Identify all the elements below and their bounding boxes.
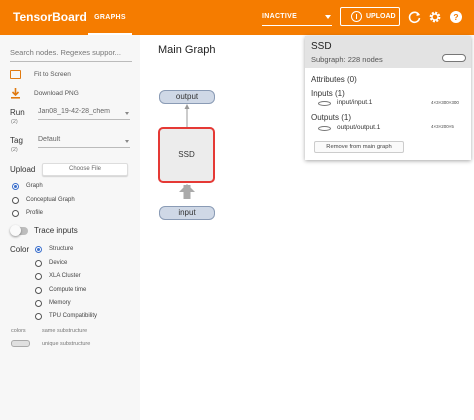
toggle-knob	[10, 225, 21, 236]
tag-select-value: Default	[38, 136, 61, 143]
run-select-value: Jan08_19-42-28_chem	[38, 108, 110, 115]
graph-type-radio-graph[interactable]	[12, 183, 19, 190]
chevron-down-icon	[125, 140, 129, 143]
color-radio-memory[interactable]	[35, 300, 42, 307]
color-option-label: Device	[49, 260, 68, 266]
graph-title: Main Graph	[158, 44, 216, 56]
input-node-icon	[318, 101, 331, 106]
color-option-label: Compute time	[49, 287, 87, 293]
tab-graphs-label: GRAPHS	[94, 14, 126, 21]
download-png-button[interactable]: Download PNG	[34, 90, 79, 97]
chevron-down-icon	[325, 15, 331, 19]
legend-unique-substructure-label: unique substructure	[42, 341, 91, 347]
inputs-heading: Inputs (1)	[311, 89, 345, 98]
tab-graphs[interactable]: GRAPHS	[84, 0, 136, 35]
tag-select[interactable]: Default	[38, 136, 130, 148]
remove-from-main-graph-button[interactable]: Remove from main graph	[314, 141, 404, 153]
color-radio-structure[interactable]	[35, 246, 42, 253]
fit-to-screen-icon[interactable]	[10, 70, 21, 79]
search-input[interactable]: Search nodes. Regexes suppor...	[10, 48, 132, 62]
node-info-subtitle: Subgraph: 228 nodes	[311, 55, 383, 64]
top-app-bar: TensorBoard GRAPHS INACTIVE UPLOAD ?	[0, 0, 474, 35]
color-radio-device[interactable]	[35, 260, 42, 267]
gear-icon[interactable]	[428, 10, 442, 24]
upload-button[interactable]: UPLOAD	[340, 7, 400, 26]
help-icon[interactable]: ?	[449, 10, 463, 24]
run-status-value: INACTIVE	[262, 13, 298, 20]
color-label: Color	[10, 245, 30, 254]
run-select[interactable]: Jan08_19-42-28_chem	[38, 108, 130, 120]
output-node-link[interactable]: output/output.1	[337, 124, 380, 131]
outputs-heading: Outputs (1)	[311, 113, 352, 122]
color-option-label: XLA Cluster	[49, 273, 81, 279]
color-radio-tpu-compatibility[interactable]	[35, 313, 42, 320]
node-info-title: SSD	[311, 41, 332, 52]
graph-node-ssd[interactable]: SSD	[158, 127, 215, 183]
graph-type-label: Profile	[26, 210, 44, 216]
svg-text:?: ?	[453, 12, 458, 22]
tag-label: Tag	[10, 136, 23, 145]
choose-file-button[interactable]: Choose File	[42, 163, 128, 176]
graph-controls-panel: Search nodes. Regexes suppor... Fit to S…	[0, 35, 140, 420]
output-node-icon	[318, 126, 331, 131]
graph-type-label: Conceptual Graph	[26, 197, 75, 203]
graph-type-radio-conceptual[interactable]	[12, 197, 19, 204]
graph-node-input[interactable]: input	[159, 206, 215, 220]
attributes-heading: Attributes (0)	[311, 75, 357, 84]
input-shape: 4×3×300×300	[431, 100, 459, 105]
output-shape: 4×3×200×5	[431, 124, 454, 129]
graph-type-radio-profile[interactable]	[12, 210, 19, 217]
download-icon[interactable]	[10, 88, 21, 99]
color-radio-xla-cluster[interactable]	[35, 273, 42, 280]
legend-swatch	[11, 340, 30, 347]
upload-icon	[351, 11, 362, 22]
trace-inputs-toggle[interactable]	[10, 225, 28, 236]
app-title: TensorBoard	[13, 10, 87, 24]
refresh-icon[interactable]	[408, 10, 422, 24]
chevron-down-icon	[125, 112, 129, 115]
legend-colors-label: colors	[11, 328, 26, 334]
expand-toggle-icon[interactable]	[442, 54, 466, 62]
run-label: Run	[10, 108, 25, 117]
run-count: (2)	[11, 119, 18, 125]
arrow-head-icon	[179, 184, 195, 192]
upload-label: Upload	[10, 165, 36, 174]
color-option-label: TPU Compatibility	[49, 313, 98, 319]
upload-button-label: UPLOAD	[366, 13, 396, 20]
color-option-label: Memory	[49, 300, 71, 306]
input-node-link[interactable]: input/input.1	[337, 99, 372, 106]
run-status-select[interactable]: INACTIVE	[262, 10, 332, 26]
node-info-card: SSD Subgraph: 228 nodes Attributes (0) I…	[305, 36, 471, 160]
tag-count: (2)	[11, 147, 18, 153]
graph-node-output[interactable]: output	[159, 90, 215, 104]
graph-type-label: Graph	[26, 183, 43, 189]
color-radio-compute-time[interactable]	[35, 287, 42, 294]
arrow-head-icon	[184, 104, 190, 109]
trace-inputs-label: Trace inputs	[34, 226, 78, 235]
node-info-header: SSD Subgraph: 228 nodes	[305, 36, 471, 68]
color-option-label: Structure	[49, 246, 74, 252]
fit-to-screen-button[interactable]: Fit to Screen	[34, 71, 71, 78]
legend-same-substructure-label: same substructure	[42, 328, 88, 334]
